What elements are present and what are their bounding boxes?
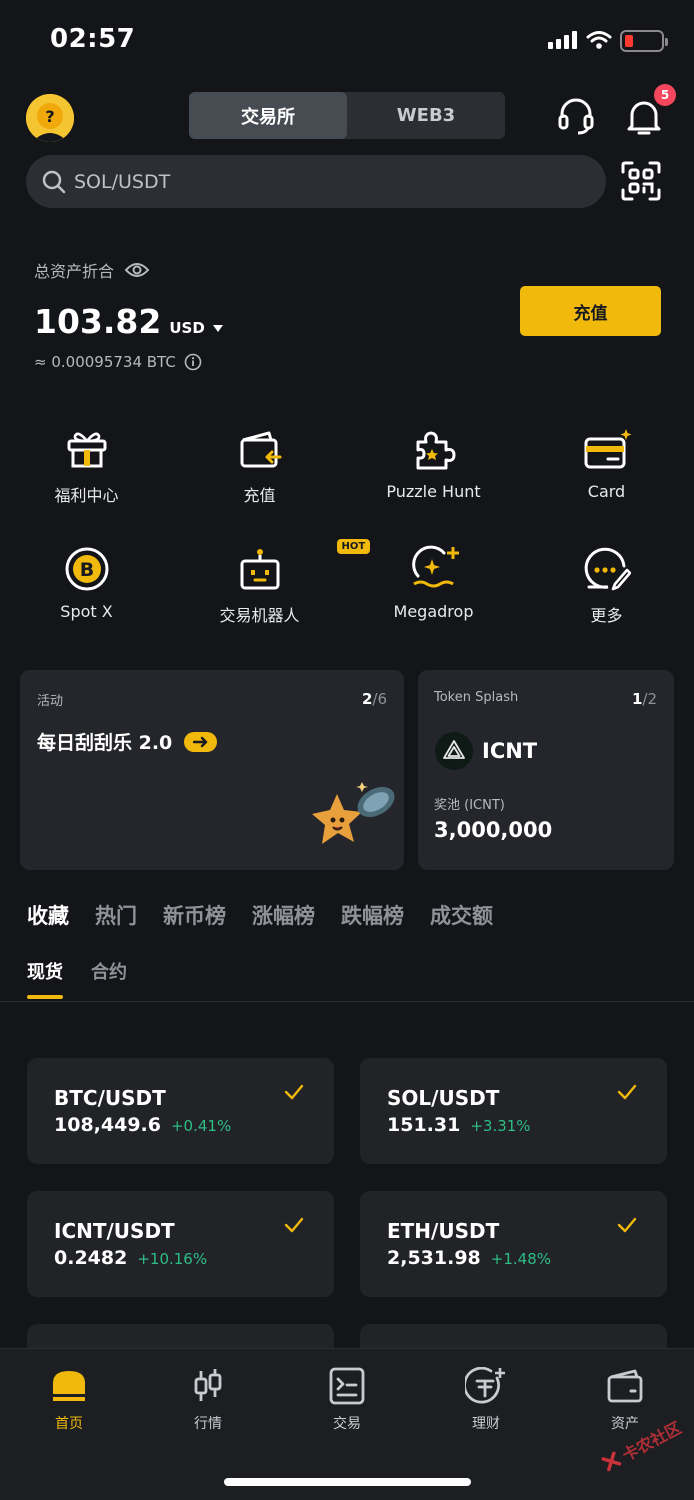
nav-markets[interactable]: 行情 xyxy=(158,1367,258,1433)
search-placeholder: SOL/USDT xyxy=(74,170,171,193)
status-time: 02:57 xyxy=(50,24,136,54)
balance-amount: 103.82 xyxy=(34,302,162,341)
gift-icon xyxy=(67,432,106,468)
search-input[interactable]: SOL/USDT xyxy=(26,155,606,208)
activity-pager: 2/6 xyxy=(361,690,387,708)
check-icon[interactable] xyxy=(284,1084,304,1100)
quick-megadrop[interactable]: Megadrop xyxy=(347,540,520,621)
wifi-icon xyxy=(586,31,612,49)
megadrop-icon xyxy=(411,545,459,588)
tab-gainers[interactable]: 涨幅榜 xyxy=(252,900,315,930)
tab-web3[interactable]: WEB3 xyxy=(347,92,505,139)
candlestick-icon xyxy=(194,1369,222,1401)
token-splash-card[interactable]: Token Splash 1/2 ICNT 奖池 (ICNT) 3,000,00… xyxy=(418,670,674,870)
tab-losers[interactable]: 跌幅榜 xyxy=(341,900,404,930)
subtab-spot[interactable]: 现货 xyxy=(27,958,63,999)
pool-value: 3,000,000 xyxy=(434,818,553,842)
svg-text:?: ? xyxy=(45,107,54,126)
favorite-card-icnt[interactable]: ICNT/USDT 0.2482 +10.16% xyxy=(27,1191,334,1297)
mascot-illustration xyxy=(312,782,395,844)
search-icon xyxy=(42,170,66,193)
quick-spot-x[interactable]: B Spot X xyxy=(0,540,173,621)
earn-icon xyxy=(465,1367,505,1404)
caret-down-icon[interactable] xyxy=(212,325,223,333)
tab-exchange[interactable]: 交易所 xyxy=(189,92,347,139)
token-splash-tag: Token Splash xyxy=(434,690,519,705)
icnt-token-logo xyxy=(435,732,473,770)
favorite-card-btc[interactable]: BTC/USDT 108,449.6 +0.41% xyxy=(27,1058,334,1164)
pool-label: 奖池 (ICNT) xyxy=(434,798,505,813)
deposit-wallet-icon xyxy=(240,431,281,468)
trade-icon xyxy=(329,1367,365,1405)
btc-equivalent: ≈ 0.00095734 BTC xyxy=(34,353,202,371)
eye-icon[interactable] xyxy=(124,261,150,279)
market-subtabs: 现货 合约 xyxy=(27,958,127,999)
quick-welfare-center[interactable]: 福利中心 xyxy=(0,420,173,506)
wallet-icon xyxy=(607,1369,643,1403)
home-indicator xyxy=(224,1478,471,1486)
divider xyxy=(0,1001,694,1002)
home-icon xyxy=(53,1371,85,1401)
check-icon[interactable] xyxy=(284,1217,304,1233)
nav-trade[interactable]: 交易 xyxy=(297,1367,397,1433)
token-splash-pager: 1/2 xyxy=(631,690,657,708)
check-icon[interactable] xyxy=(617,1217,637,1233)
nav-earn[interactable]: 理财 xyxy=(436,1367,536,1433)
tab-hot[interactable]: 热门 xyxy=(95,900,137,930)
avatar[interactable]: ? xyxy=(26,94,74,142)
quick-more[interactable]: 更多 xyxy=(520,540,693,626)
exchange-web3-switch: 交易所 WEB3 xyxy=(189,92,505,139)
currency-selector[interactable]: USD xyxy=(169,319,204,337)
battery-icon xyxy=(620,30,668,52)
token-name: ICNT xyxy=(482,739,538,763)
quick-card[interactable]: Card xyxy=(520,420,693,501)
info-icon[interactable] xyxy=(184,353,202,371)
quick-trading-bot[interactable]: HOT 交易机器人 xyxy=(173,539,371,626)
deposit-button[interactable]: 充值 xyxy=(520,286,661,336)
activity-card[interactable]: 活动 2/6 每日刮刮乐 2.0 xyxy=(20,670,404,870)
robot-icon xyxy=(240,549,279,590)
card-icon xyxy=(584,429,631,469)
activity-tag: 活动 xyxy=(37,694,64,709)
activity-title: 每日刮刮乐 2.0 xyxy=(37,732,173,754)
market-tabs: 收藏 热门 新币榜 涨幅榜 跌幅榜 成交额 xyxy=(27,900,493,930)
total-assets-label: 总资产折合 xyxy=(34,258,150,282)
scan-icon[interactable] xyxy=(620,160,662,202)
headset-icon[interactable] xyxy=(556,96,596,136)
cellular-signal-icon xyxy=(548,31,577,49)
bitcoin-icon: B xyxy=(65,547,108,591)
quick-puzzle-hunt[interactable]: Puzzle Hunt xyxy=(347,420,520,501)
tab-new-listings[interactable]: 新币榜 xyxy=(163,900,226,930)
quick-deposit[interactable]: 充值 xyxy=(173,420,346,506)
arrow-right-icon[interactable] xyxy=(184,731,218,752)
favorite-card-sol[interactable]: SOL/USDT 151.31 +3.31% xyxy=(360,1058,667,1164)
favorite-card-eth[interactable]: ETH/USDT 2,531.98 +1.48% xyxy=(360,1191,667,1297)
tab-favorites[interactable]: 收藏 xyxy=(27,900,69,930)
subtab-futures[interactable]: 合约 xyxy=(91,958,127,984)
notification-badge: 5 xyxy=(654,84,676,106)
check-icon[interactable] xyxy=(617,1084,637,1100)
nav-home[interactable]: 首页 xyxy=(19,1367,119,1433)
puzzle-icon xyxy=(416,431,455,470)
total-balance: 103.82 USD xyxy=(34,302,223,341)
svg-text:B: B xyxy=(79,559,93,581)
more-icon xyxy=(584,547,631,591)
tab-volume[interactable]: 成交额 xyxy=(430,900,493,930)
